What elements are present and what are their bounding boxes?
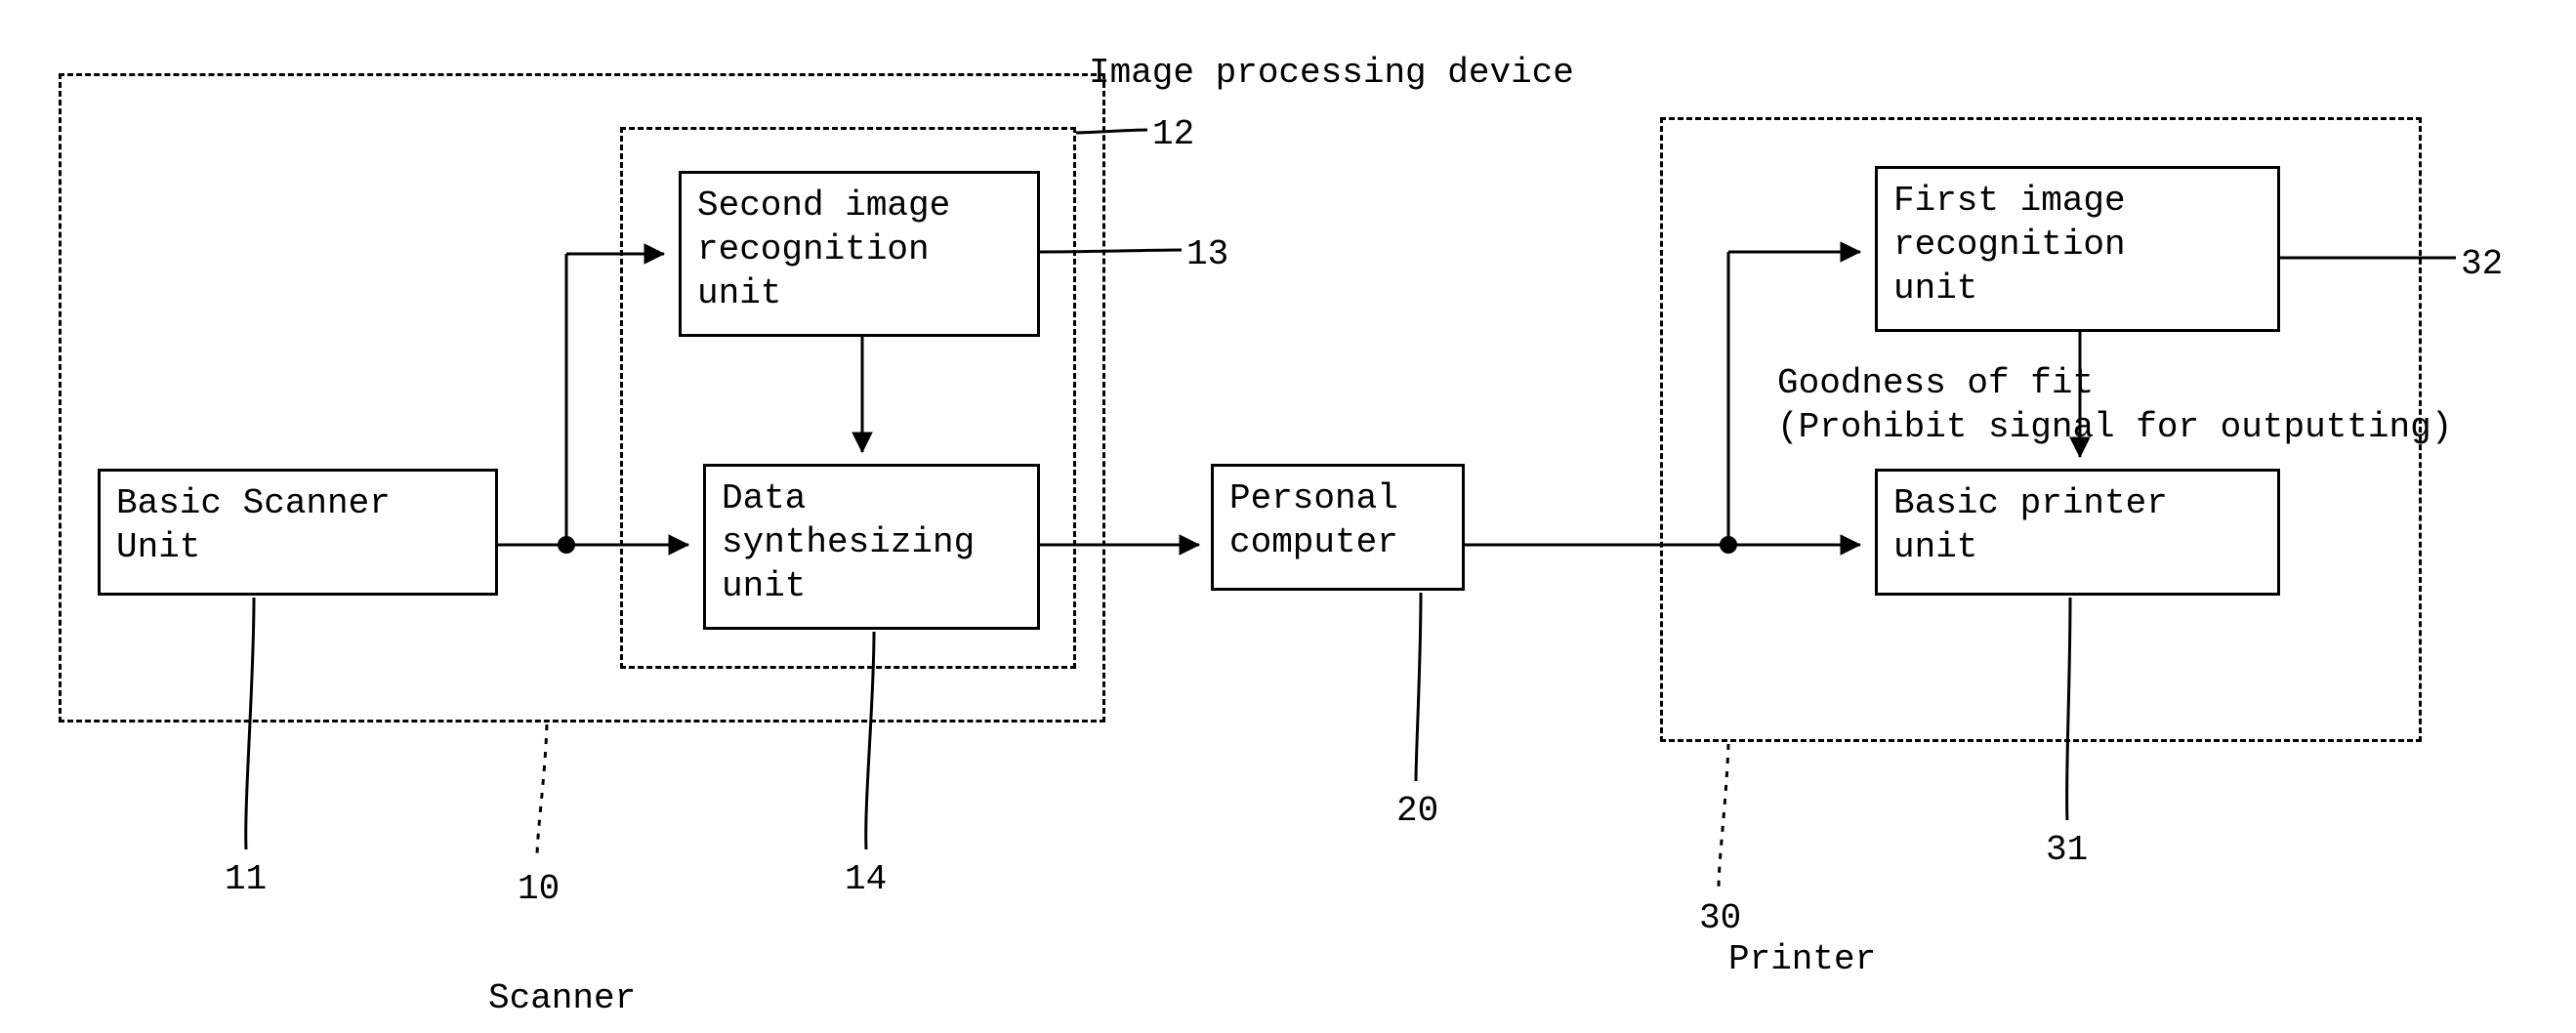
personal-computer-label: Personal computer [1229, 478, 1398, 562]
first-image-recognition-label: First image recognition unit [1893, 181, 2126, 309]
ref-14: 14 [845, 857, 887, 901]
basic-printer-unit-box: Basic printer unit [1875, 469, 2280, 596]
title-image-processing-device: Image processing device [1089, 51, 1574, 95]
goodness-of-fit-annotation: Goodness of fit (Prohibit signal for out… [1777, 361, 2452, 449]
ref-10: 10 [518, 867, 560, 911]
ref-20: 20 [1396, 789, 1438, 833]
personal-computer-box: Personal computer [1211, 464, 1465, 591]
ref-30: 30 [1699, 896, 1741, 940]
second-image-recognition-box: Second image recognition unit [679, 171, 1040, 337]
ref-31: 31 [2046, 828, 2088, 872]
printer-caption: Printer [1728, 937, 1876, 981]
ref-11: 11 [225, 857, 267, 901]
scanner-caption: Scanner [488, 976, 636, 1020]
ref-13: 13 [1186, 232, 1228, 276]
basic-scanner-unit-label: Basic Scanner Unit [116, 483, 391, 567]
diagram-canvas: Basic Scanner Unit Second image recognit… [0, 0, 2576, 1033]
data-synthesizing-label: Data synthesizing unit [722, 478, 975, 606]
data-synthesizing-box: Data synthesizing unit [703, 464, 1040, 630]
basic-printer-unit-label: Basic printer unit [1893, 483, 2168, 567]
first-image-recognition-box: First image recognition unit [1875, 166, 2280, 332]
ref-12: 12 [1152, 112, 1194, 156]
ref-32: 32 [2461, 242, 2503, 286]
second-image-recognition-label: Second image recognition unit [697, 186, 950, 313]
basic-scanner-unit-box: Basic Scanner Unit [98, 469, 498, 596]
